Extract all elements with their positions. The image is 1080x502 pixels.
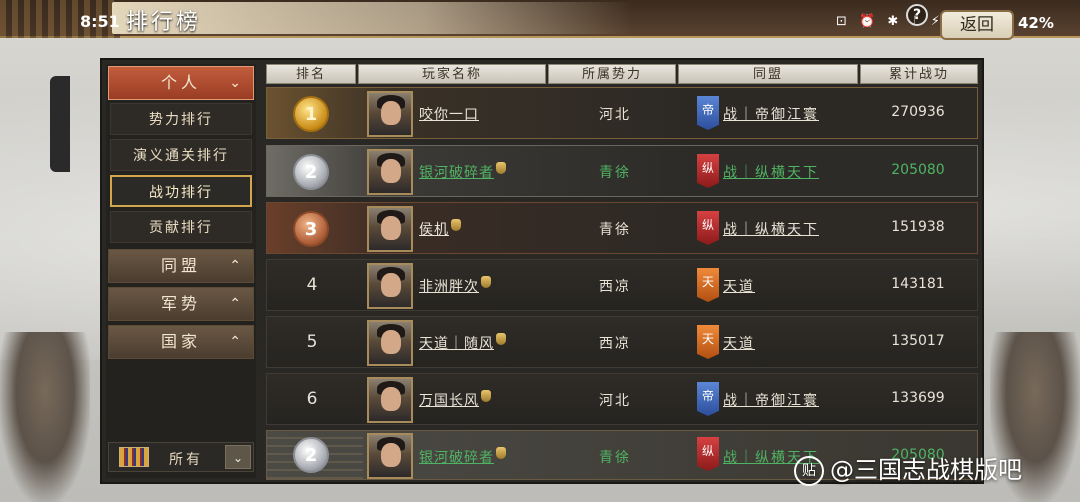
- silver-medal-icon: 2: [293, 154, 329, 190]
- player-name-link[interactable]: 银河破碎者: [419, 447, 506, 467]
- table-row[interactable]: 5 天道｜随风 西凉 天 天道 135017: [266, 316, 978, 368]
- merit-value: 151938: [891, 219, 945, 235]
- merit-value: 133699: [891, 390, 945, 406]
- background-warrior-left: [0, 332, 90, 502]
- player-region: 西凉: [599, 336, 631, 352]
- alliance-banner-icon: 纵: [697, 211, 719, 245]
- player-avatar[interactable]: [367, 320, 413, 366]
- category-personal[interactable]: 个人 ⌄: [108, 66, 254, 100]
- subitem-power-ranking[interactable]: 势力排行: [110, 103, 252, 135]
- player-avatar[interactable]: [367, 149, 413, 195]
- player-avatar[interactable]: [367, 206, 413, 252]
- vip-badge-icon: [451, 219, 461, 231]
- chevron-down-icon[interactable]: ⌄: [225, 445, 251, 469]
- subitem-contribution-ranking[interactable]: 贡献排行: [110, 211, 252, 243]
- table-row[interactable]: 3 侯机 青徐 纵 战｜纵横天下 151938: [266, 202, 978, 254]
- player-region: 青徐: [599, 165, 631, 181]
- side-drawer-handle[interactable]: [50, 76, 70, 172]
- column-header-alliance: 同盟: [678, 64, 858, 84]
- table-row[interactable]: 4 非洲胖次 西凉 天 天道 143181: [266, 259, 978, 311]
- alliance-banner-icon: 帝: [697, 96, 719, 130]
- vip-badge-icon: [496, 162, 506, 174]
- alliance-name-link[interactable]: 战｜纵横天下: [723, 219, 819, 239]
- chevron-up-icon: ⌃: [229, 334, 241, 350]
- watermark-text: @三国志战棋版吧: [830, 456, 1022, 484]
- category-label: 国家: [160, 332, 201, 351]
- category-alliance[interactable]: 同盟 ⌃: [108, 249, 254, 283]
- rank-number: 5: [306, 332, 318, 352]
- filter-label: 所有: [169, 452, 203, 468]
- category-nation[interactable]: 国家 ⌃: [108, 325, 254, 359]
- player-region: 西凉: [599, 279, 631, 295]
- player-name-link[interactable]: 侯机: [419, 219, 461, 239]
- alliance-name-link[interactable]: 战｜帝御江寰: [723, 390, 819, 410]
- gold-medal-icon: 1: [293, 96, 329, 132]
- player-name-link[interactable]: 咬你一口: [419, 104, 479, 124]
- battery-level: 42%: [1018, 14, 1054, 32]
- back-button[interactable]: 返回: [940, 10, 1014, 40]
- alliance-name-link[interactable]: 天道: [723, 333, 755, 353]
- player-region: 河北: [599, 107, 631, 123]
- merit-value: 205080: [891, 162, 945, 178]
- alliance-banner-icon: 帝: [697, 382, 719, 416]
- faction-flag-icon: [119, 447, 149, 467]
- category-label: 军势: [160, 294, 201, 313]
- alliance-banner-icon: 天: [697, 268, 719, 302]
- vip-badge-icon: [481, 390, 491, 402]
- column-header-region: 所属势力: [548, 64, 676, 84]
- player-avatar[interactable]: [367, 377, 413, 423]
- subitem-merit-ranking[interactable]: 战功排行: [110, 175, 252, 207]
- column-header-player: 玩家名称: [358, 64, 546, 84]
- chevron-up-icon: ⌃: [229, 296, 241, 312]
- silver-medal-icon: 2: [293, 437, 329, 473]
- alliance-name-link[interactable]: 战｜纵横天下: [723, 162, 819, 182]
- player-name-link[interactable]: 天道｜随风: [419, 333, 506, 353]
- player-avatar[interactable]: [367, 263, 413, 309]
- player-region: 青徐: [599, 222, 631, 238]
- player-name-link[interactable]: 万国长风: [419, 390, 491, 410]
- rank-number: 4: [306, 275, 318, 295]
- status-clock: 8:51: [80, 12, 120, 31]
- player-avatar[interactable]: [367, 91, 413, 137]
- table-row[interactable]: 1 咬你一口 河北 帝 战｜帝御江寰 270936: [266, 87, 978, 139]
- player-name-link[interactable]: 银河破碎者: [419, 162, 506, 182]
- tieba-icon: 贴: [794, 456, 824, 486]
- player-avatar[interactable]: [367, 433, 413, 479]
- page-title: 排行榜: [126, 10, 202, 35]
- help-button[interactable]: ?: [906, 4, 928, 26]
- player-name-link[interactable]: 非洲胖次: [419, 276, 491, 296]
- alliance-name-link[interactable]: 战｜帝御江寰: [723, 104, 819, 124]
- chevron-down-icon: ⌄: [229, 75, 241, 91]
- category-label: 个人: [160, 73, 201, 92]
- alliance-banner-icon: 纵: [697, 154, 719, 188]
- chevron-up-icon: ⌃: [229, 258, 241, 274]
- column-header-merit: 累计战功: [860, 64, 978, 84]
- vip-badge-icon: [496, 333, 506, 345]
- vip-badge-icon: [496, 447, 506, 459]
- table-row[interactable]: 2 银河破碎者 青徐 纵 战｜纵横天下 205080: [266, 145, 978, 197]
- merit-value: 143181: [891, 276, 945, 292]
- table-row[interactable]: 6 万国长风 河北 帝 战｜帝御江寰 133699: [266, 373, 978, 425]
- merit-value: 135017: [891, 333, 945, 349]
- category-army[interactable]: 军势 ⌃: [108, 287, 254, 321]
- alliance-name-link[interactable]: 天道: [723, 276, 755, 296]
- vip-badge-icon: [481, 276, 491, 288]
- faction-filter[interactable]: 所有 ⌄: [108, 442, 254, 472]
- alliance-banner-icon: 天: [697, 325, 719, 359]
- bronze-medal-icon: 3: [293, 211, 329, 247]
- player-region: 河北: [599, 393, 631, 409]
- merit-value: 270936: [891, 104, 945, 120]
- category-label: 同盟: [160, 256, 201, 275]
- column-header-rank: 排名: [266, 64, 356, 84]
- watermark: 贴 @三国志战棋版吧: [794, 450, 1022, 486]
- rank-number: 6: [306, 389, 318, 409]
- player-region: 青徐: [599, 450, 631, 466]
- alliance-banner-icon: 纵: [697, 437, 719, 471]
- subitem-campaign-ranking[interactable]: 演义通关排行: [110, 139, 252, 171]
